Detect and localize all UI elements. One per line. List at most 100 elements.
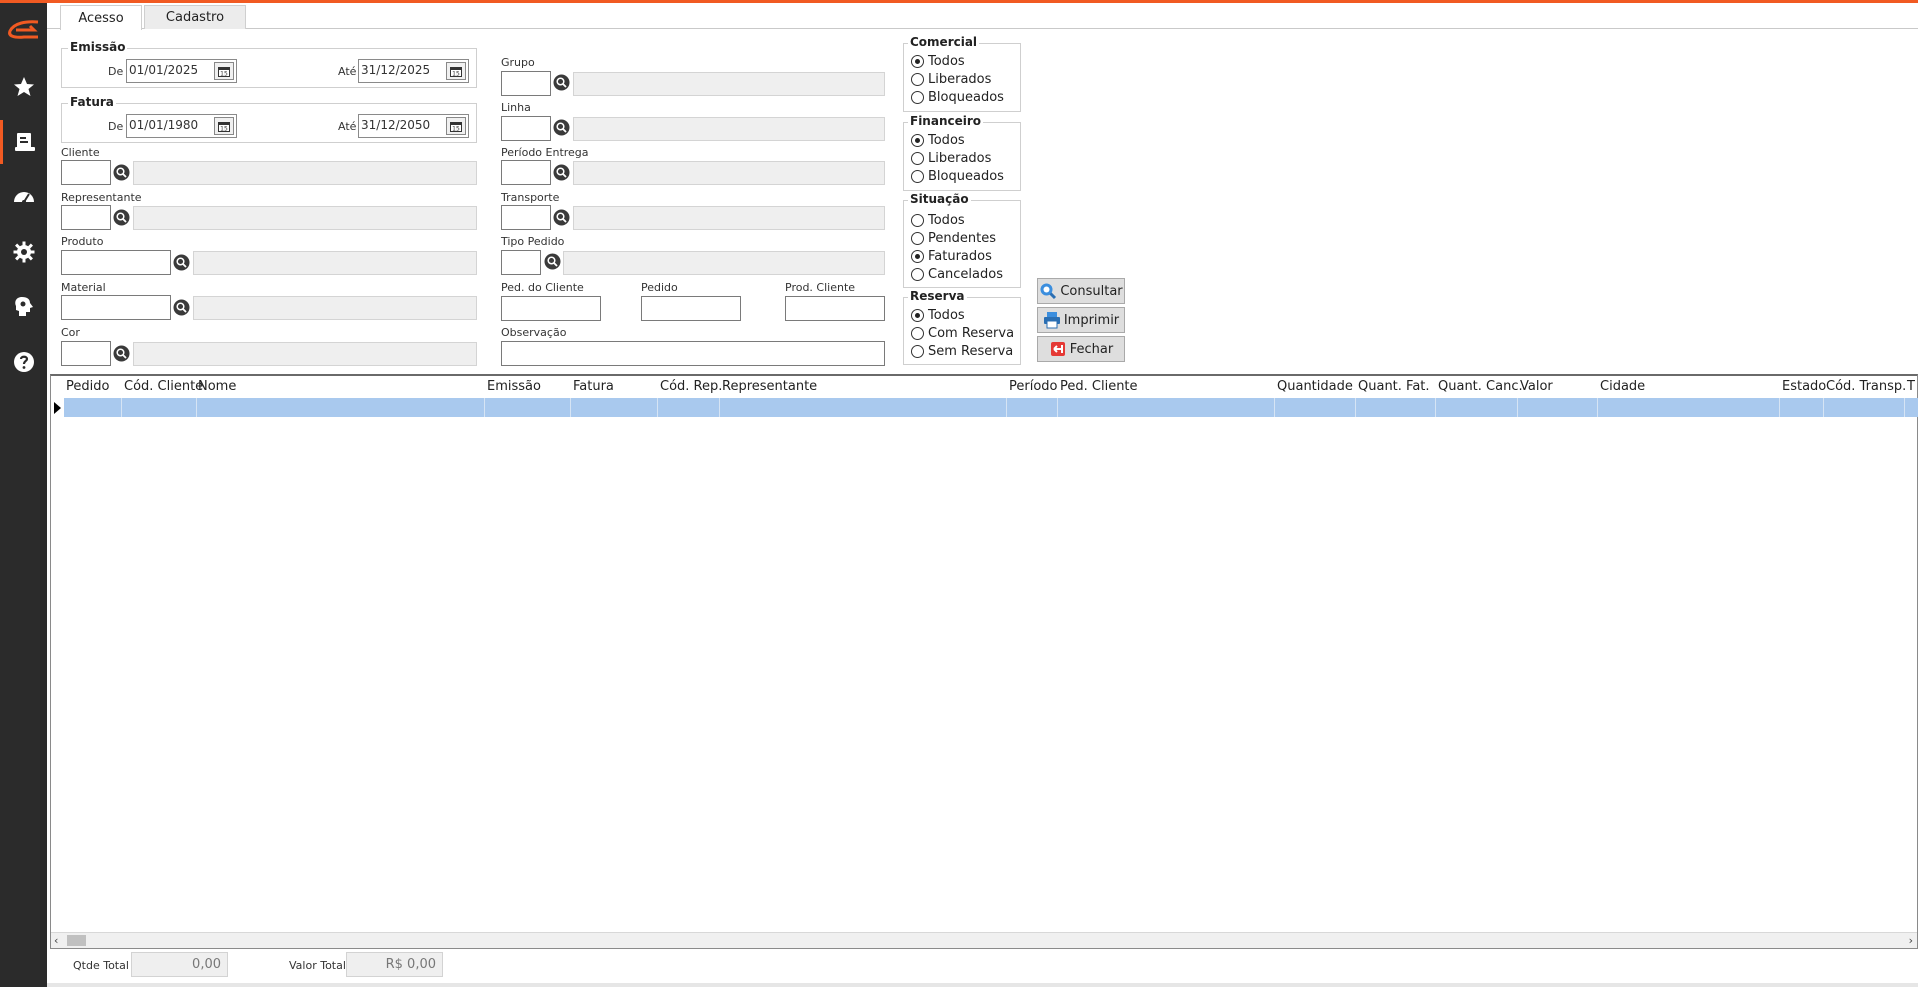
search-icon[interactable]: [553, 164, 570, 181]
column-header[interactable]: Quant. Canc.: [1438, 379, 1523, 394]
reserva-group: Reserva Todos Com Reserva Sem Reserva: [903, 289, 1021, 365]
radio-label: Todos: [928, 54, 965, 69]
prod-cliente-input[interactable]: [785, 296, 885, 321]
column-header[interactable]: Ped. Cliente: [1060, 379, 1138, 394]
calendar-icon[interactable]: 15: [214, 117, 234, 135]
grid-column-divider: [1355, 398, 1356, 417]
produto-code-input[interactable]: [61, 250, 171, 275]
cliente-code-input[interactable]: [61, 160, 111, 185]
reserva-com-radio[interactable]: Com Reserva: [911, 326, 1014, 341]
sidebar-item-dashboard[interactable]: [0, 175, 47, 219]
column-header[interactable]: Valor: [1520, 379, 1553, 394]
radio-dot: [911, 214, 924, 227]
search-icon[interactable]: [553, 119, 570, 136]
fatura-de-field[interactable]: 01/01/1980 15: [126, 114, 237, 138]
column-header[interactable]: Cód. Transp.: [1826, 379, 1906, 394]
consultar-button[interactable]: Consultar: [1037, 278, 1125, 304]
column-header[interactable]: Cód. Cliente: [124, 379, 203, 394]
financeiro-bloqueados-radio[interactable]: Bloqueados: [911, 169, 1004, 184]
column-header[interactable]: Pedido: [66, 379, 109, 394]
grupo-code-input[interactable]: [501, 71, 551, 96]
column-header[interactable]: Quantidade: [1277, 379, 1353, 394]
material-code-input[interactable]: [61, 295, 171, 320]
sidebar-item-reports[interactable]: [0, 120, 47, 164]
search-icon[interactable]: [173, 299, 190, 316]
calendar-icon[interactable]: 15: [446, 117, 466, 135]
column-header[interactable]: Estado: [1782, 379, 1826, 394]
emissao-de-field[interactable]: 01/01/2025 15: [126, 59, 237, 83]
reserva-sem-radio[interactable]: Sem Reserva: [911, 344, 1013, 359]
column-header[interactable]: Período: [1009, 379, 1058, 394]
current-row-indicator: [54, 402, 61, 414]
calendar-icon[interactable]: 15: [214, 62, 234, 80]
radio-label: Liberados: [928, 72, 992, 87]
situacao-cancelados-radio[interactable]: Cancelados: [911, 267, 1003, 282]
financeiro-todos-radio[interactable]: Todos: [911, 133, 965, 148]
column-header[interactable]: T: [1907, 379, 1915, 394]
emissao-title: Emissão: [68, 40, 128, 54]
logo-icon[interactable]: [4, 17, 44, 43]
radio-dot: [911, 91, 924, 104]
emissao-ate-field[interactable]: 31/12/2025 15: [358, 59, 469, 83]
svg-text:15: 15: [220, 125, 228, 132]
situacao-pendentes-radio[interactable]: Pendentes: [911, 231, 996, 246]
horizontal-scrollbar[interactable]: ‹ ›: [51, 932, 1917, 948]
grid-column-divider: [657, 398, 658, 417]
representante-code-input[interactable]: [61, 205, 111, 230]
observacao-input[interactable]: [501, 341, 885, 366]
tab-acesso[interactable]: Acesso: [60, 5, 142, 30]
transporte-code-input[interactable]: [501, 205, 551, 230]
dashboard-icon: [13, 192, 34, 204]
column-header[interactable]: Cód. Rep.: [660, 379, 722, 394]
fechar-button[interactable]: Fechar: [1037, 336, 1125, 362]
grid-column-divider: [1006, 398, 1007, 417]
sidebar-item-settings[interactable]: [0, 230, 47, 274]
financeiro-liberados-radio[interactable]: Liberados: [911, 151, 991, 166]
comercial-bloqueados-radio[interactable]: Bloqueados: [911, 90, 1004, 105]
column-header[interactable]: Quant. Fat.: [1358, 379, 1430, 394]
prod-cliente-label: Prod. Cliente: [785, 281, 856, 294]
imprimir-button[interactable]: Imprimir: [1037, 307, 1125, 333]
grid-column-divider: [1517, 398, 1518, 417]
situacao-todos-radio[interactable]: Todos: [911, 213, 965, 228]
search-icon[interactable]: [544, 253, 561, 270]
fatura-ate-field[interactable]: 31/12/2050 15: [358, 114, 469, 138]
calendar-icon[interactable]: 15: [446, 62, 466, 80]
search-icon[interactable]: [113, 345, 130, 362]
results-grid[interactable]: Pedido Cód. Cliente Nome Emissão Fatura …: [50, 374, 1918, 949]
sidebar-item-intelligence[interactable]: [0, 285, 47, 329]
tipo-pedido-code-input[interactable]: [501, 250, 541, 275]
column-header[interactable]: Nome: [198, 379, 236, 394]
sidebar-item-favorites[interactable]: [0, 65, 47, 109]
periodo-entrega-code-input[interactable]: [501, 160, 551, 185]
table-row[interactable]: [64, 398, 1918, 417]
emissao-group: Emissão De 01/01/2025 15 Até 31/12/2025 …: [61, 40, 477, 88]
produto-name-field: [193, 251, 477, 275]
column-header[interactable]: Fatura: [573, 379, 614, 394]
sidebar-item-help[interactable]: [0, 340, 47, 384]
qtde-total-field: 0,00: [131, 952, 228, 977]
reserva-title: Reserva: [908, 289, 967, 303]
column-header[interactable]: Representante: [722, 379, 817, 394]
scroll-left-icon[interactable]: ‹: [54, 934, 58, 947]
search-icon[interactable]: [553, 209, 570, 226]
tab-cadastro[interactable]: Cadastro: [144, 5, 246, 29]
reserva-todos-radio[interactable]: Todos: [911, 308, 965, 323]
column-header[interactable]: Emissão: [487, 379, 541, 394]
search-icon[interactable]: [553, 74, 570, 91]
situacao-faturados-radio[interactable]: Faturados: [911, 249, 992, 264]
column-header[interactable]: Cidade: [1600, 379, 1645, 394]
pedido-input[interactable]: [641, 296, 741, 321]
search-icon[interactable]: [113, 209, 130, 226]
fatura-ate-label: Até: [338, 120, 357, 133]
ped-cliente-input[interactable]: [501, 296, 601, 321]
search-icon[interactable]: [173, 254, 190, 271]
scroll-right-icon[interactable]: ›: [1909, 934, 1913, 947]
comercial-liberados-radio[interactable]: Liberados: [911, 72, 991, 87]
cor-code-input[interactable]: [61, 341, 111, 366]
linha-code-input[interactable]: [501, 116, 551, 141]
search-icon[interactable]: [113, 164, 130, 181]
scroll-thumb[interactable]: [67, 935, 86, 946]
grid-column-divider: [1597, 398, 1598, 417]
comercial-todos-radio[interactable]: Todos: [911, 54, 965, 69]
